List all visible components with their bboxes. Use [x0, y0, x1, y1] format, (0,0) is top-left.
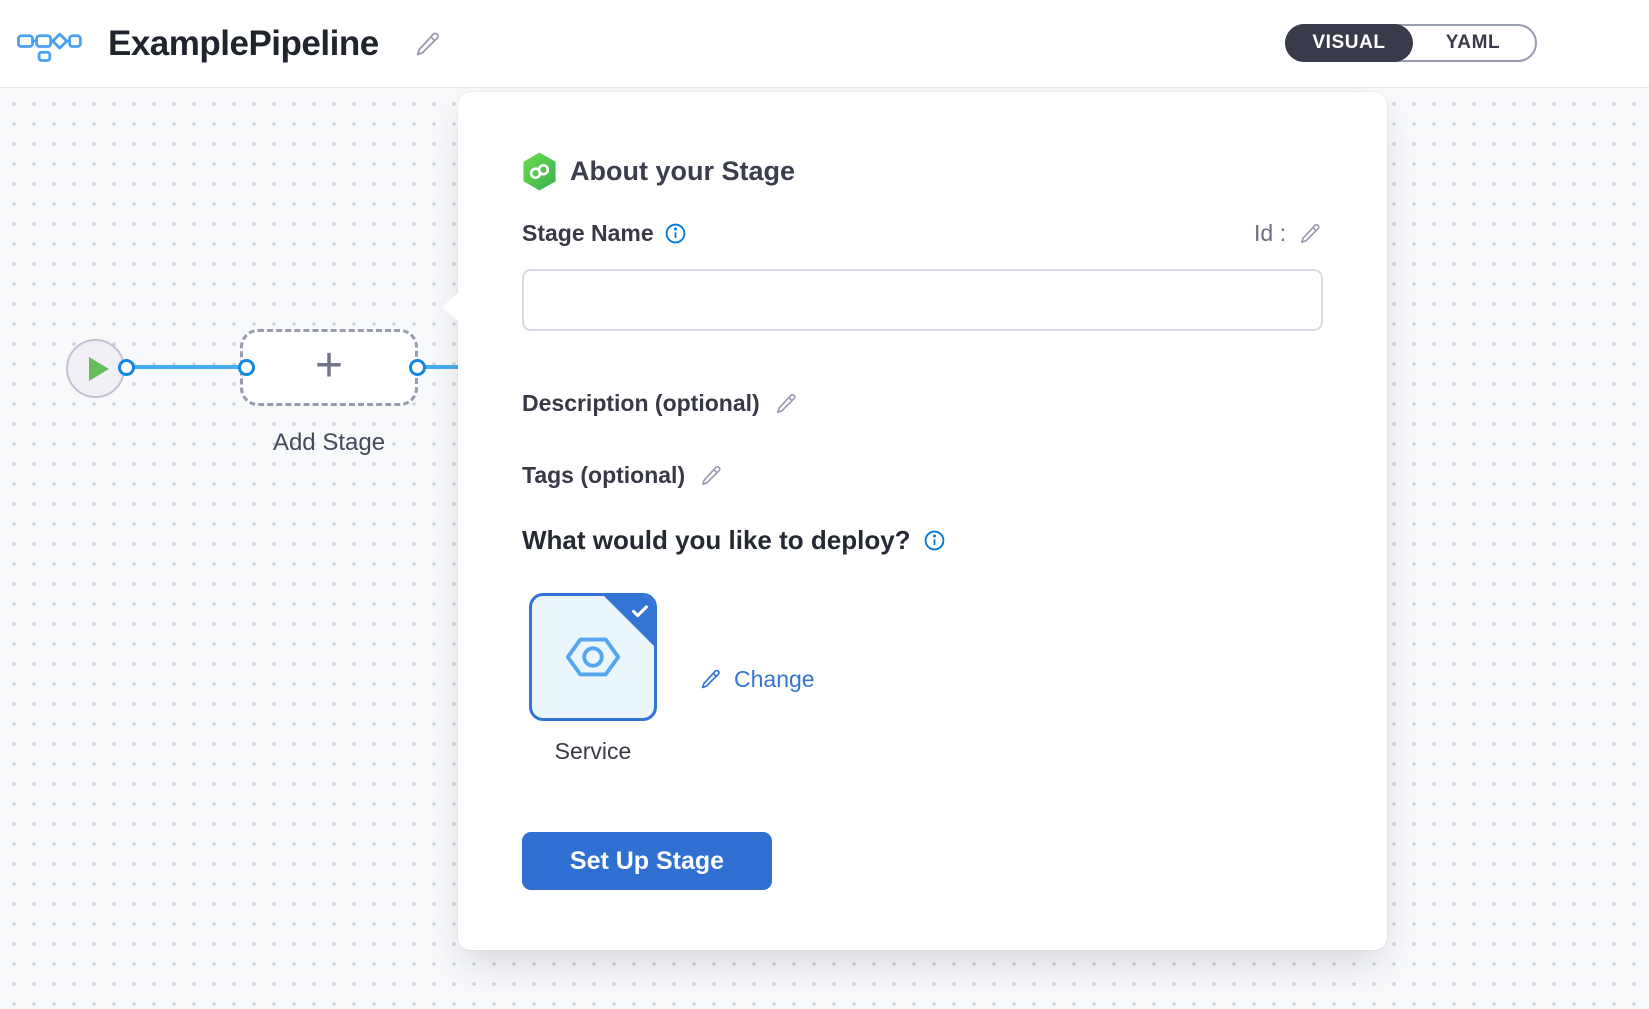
connector-point — [118, 359, 135, 376]
description-row: Description (optional) — [522, 387, 1323, 419]
deploy-question-label: What would you like to deploy? — [522, 525, 911, 556]
pipeline-icon — [16, 25, 82, 63]
set-up-stage-button[interactable]: Set Up Stage — [522, 832, 772, 890]
add-stage-node[interactable]: + — [240, 329, 418, 406]
panel-pointer-arrow — [442, 292, 459, 322]
pipeline-title-group: ExamplePipeline — [16, 24, 443, 64]
stage-name-label: Stage Name — [522, 220, 654, 247]
info-icon[interactable] — [923, 529, 946, 552]
view-mode-toggle: VISUAL YAML — [1285, 24, 1537, 62]
plus-icon: + — [315, 346, 343, 386]
stage-name-input[interactable] — [522, 269, 1323, 331]
stage-name-row: Stage Name Id : — [522, 218, 1323, 248]
edit-pipeline-name-icon[interactable] — [413, 29, 443, 59]
add-stage-label: Add Stage — [240, 429, 418, 457]
play-icon — [89, 357, 109, 381]
stage-id-label: Id : — [1254, 220, 1286, 247]
change-pencil-icon — [699, 667, 723, 691]
toggle-yaml[interactable]: YAML — [1411, 26, 1535, 60]
about-stage-panel: About your Stage Stage Name Id : — [458, 92, 1387, 950]
change-deploy-type-link[interactable]: Change — [699, 666, 815, 693]
panel-title: About your Stage — [570, 156, 795, 187]
check-icon — [629, 600, 651, 622]
deploy-type-selection: Service Change — [529, 593, 1323, 765]
edit-description-icon[interactable] — [774, 391, 799, 416]
connector-point — [409, 359, 426, 376]
deploy-question-row: What would you like to deploy? — [522, 523, 1323, 557]
pipeline-title: ExamplePipeline — [108, 24, 379, 64]
connector-point — [238, 359, 255, 376]
info-icon[interactable] — [664, 222, 687, 245]
tags-row: Tags (optional) — [522, 459, 1323, 491]
tags-label: Tags (optional) — [522, 462, 685, 489]
edit-tags-icon[interactable] — [699, 463, 724, 488]
panel-heading: About your Stage — [522, 152, 1323, 190]
service-deploy-tile[interactable] — [529, 593, 657, 721]
service-tile-label: Service — [529, 738, 657, 765]
pipeline-start-node — [66, 339, 125, 398]
change-label: Change — [734, 666, 815, 693]
header-bar: ExamplePipeline VISUAL YAML — [0, 0, 1649, 88]
edit-id-icon[interactable] — [1298, 221, 1323, 246]
pipeline-studio: ExamplePipeline VISUAL YAML + Add Stage — [0, 0, 1649, 1009]
cd-stage-icon — [522, 152, 557, 191]
toggle-visual[interactable]: VISUAL — [1285, 24, 1413, 62]
description-label: Description (optional) — [522, 390, 760, 417]
